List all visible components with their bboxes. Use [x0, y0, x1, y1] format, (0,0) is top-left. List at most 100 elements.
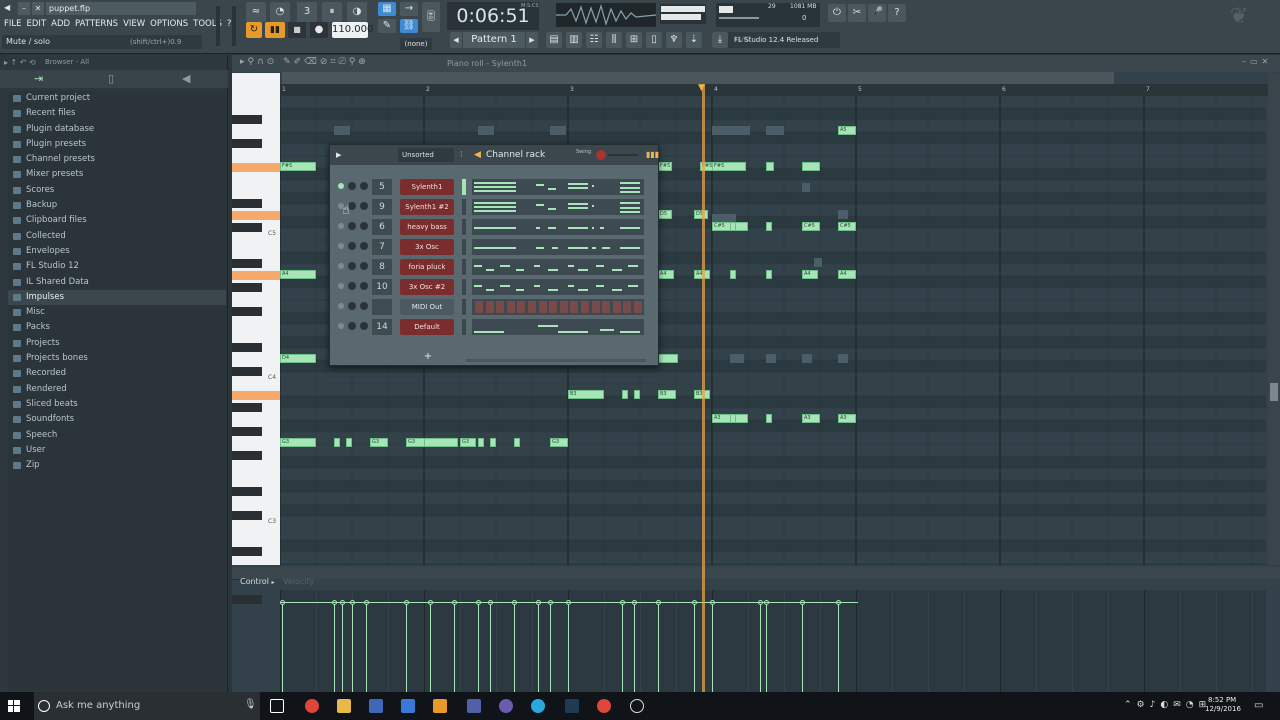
mixer-track-number[interactable]: 10	[372, 279, 392, 295]
channel-select-indicator[interactable]	[462, 219, 466, 235]
rack-menu-arrow-icon[interactable]: ▶	[336, 145, 341, 165]
microphone-icon[interactable]: 🎙	[244, 699, 257, 710]
channel-name-button[interactable]: 3x Osc	[400, 239, 454, 255]
mixer-track-number[interactable]: 14	[372, 319, 392, 335]
browser-item[interactable]: Sliced beats	[8, 397, 226, 412]
steam-icon[interactable]	[565, 699, 579, 713]
app-icon-5[interactable]	[630, 699, 644, 713]
note[interactable]: B3	[568, 390, 604, 399]
step-button[interactable]	[591, 301, 600, 313]
velocity-bar[interactable]	[490, 602, 491, 692]
black-key[interactable]	[232, 595, 262, 604]
black-key[interactable]	[232, 487, 262, 496]
tools-icon[interactable]: ✂	[848, 4, 866, 22]
step-edit-icon[interactable]: →	[400, 2, 418, 16]
channel-graph[interactable]	[472, 199, 644, 215]
vertical-scrollbar[interactable]	[1268, 73, 1280, 565]
velocity-bar[interactable]	[634, 602, 635, 692]
note[interactable]: B3	[658, 390, 676, 399]
velocity-bar[interactable]	[568, 602, 569, 692]
help-icon[interactable]: ?	[888, 4, 906, 22]
pan-knob[interactable]	[360, 182, 368, 190]
black-key[interactable]	[232, 283, 262, 292]
channel-select-indicator[interactable]	[462, 179, 466, 195]
channel-row[interactable]: 5 Sylenth1	[334, 177, 654, 197]
browser-item[interactable]: Current project	[8, 91, 226, 106]
rack-menu-icon[interactable]: ▮▮▮	[646, 145, 659, 165]
channel-name-button[interactable]: Default	[400, 319, 454, 335]
channel-select-indicator[interactable]	[462, 279, 466, 295]
step-button[interactable]	[549, 301, 558, 313]
mixer-track-number[interactable]: 5	[372, 179, 392, 195]
download-icon[interactable]: ⤓	[712, 32, 728, 48]
tempo-display[interactable]: 110.000	[332, 22, 373, 38]
browser-item[interactable]: Soundfonts	[8, 412, 226, 427]
black-key[interactable]	[232, 403, 262, 412]
playhead-marker-icon[interactable]: ▼	[698, 83, 705, 93]
clock-date[interactable]: 12/9/2016	[1205, 705, 1241, 713]
browser-item[interactable]: Impulses	[8, 289, 226, 306]
clock-time[interactable]: 8:52 PM	[1208, 696, 1236, 704]
note[interactable]: G3	[280, 438, 316, 447]
black-key[interactable]	[232, 307, 262, 316]
swing-knob[interactable]	[596, 150, 606, 160]
note[interactable]: F#5	[280, 162, 316, 171]
pan-knob[interactable]	[360, 202, 368, 210]
browser-item[interactable]: User	[8, 443, 226, 458]
playlist-icon[interactable]: ▤	[546, 32, 562, 48]
browser-tree-icon[interactable]: ⇥	[34, 72, 43, 85]
highlighted-key[interactable]	[232, 211, 280, 220]
velocity-bar[interactable]	[694, 602, 695, 692]
channel-name-button[interactable]: heavy bass	[400, 219, 454, 235]
step-button[interactable]	[570, 301, 579, 313]
mixer-icon[interactable]: ⫼	[606, 32, 622, 48]
channel-row[interactable]: MIDI Out	[334, 297, 654, 317]
channel-row[interactable]: 9 Sylenth1 #2	[334, 197, 654, 217]
app-icon[interactable]	[369, 699, 383, 713]
browser-speaker-icon[interactable]: ◀	[182, 72, 190, 85]
note[interactable]	[802, 162, 820, 171]
step-button[interactable]	[559, 301, 568, 313]
channel-mute-led[interactable]	[338, 263, 344, 269]
pan-knob[interactable]	[360, 262, 368, 270]
chrome-icon[interactable]	[305, 699, 319, 713]
browser-item[interactable]: Envelopes	[8, 244, 226, 259]
piano-roll-tools[interactable]: ▸⚲∩⊙ ✎✐⌫⊘⌗⎚⚲⊕	[240, 57, 369, 67]
velocity-bar[interactable]	[282, 602, 283, 692]
channel-row[interactable]: 7 3x Osc	[334, 237, 654, 257]
channel-select-indicator[interactable]	[462, 199, 466, 215]
highlighted-key[interactable]	[232, 163, 280, 172]
black-key[interactable]	[232, 223, 262, 232]
channel-graph[interactable]	[472, 279, 644, 295]
volume-knob[interactable]	[348, 222, 356, 230]
channel-row[interactable]: 14 Default	[334, 317, 654, 337]
wait-input-icon[interactable]: ⏸	[322, 2, 342, 22]
note[interactable]	[334, 438, 340, 447]
plugin-picker-icon[interactable]: ⊞	[626, 32, 642, 48]
project-browser-icon[interactable]: ▯	[646, 32, 662, 48]
browser-item[interactable]: Backup	[8, 198, 226, 213]
velocity-bar[interactable]	[712, 602, 713, 692]
channel-row[interactable]: 8 foria pluck	[334, 257, 654, 277]
highlighted-key[interactable]	[232, 391, 280, 400]
channel-select-indicator[interactable]	[462, 239, 466, 255]
channel-graph[interactable]	[472, 179, 644, 195]
control-label[interactable]: Control ▸ Velocity	[240, 577, 314, 586]
note[interactable]: A4	[658, 270, 674, 279]
note[interactable]	[346, 438, 352, 447]
note[interactable]: C#5	[802, 222, 820, 231]
step-button[interactable]	[612, 301, 621, 313]
minimize-button[interactable]: –	[18, 2, 30, 15]
menu-options[interactable]: OPTIONS	[150, 17, 188, 31]
pattern-prev-icon[interactable]: ◀	[450, 32, 462, 48]
note[interactable]: D5	[658, 210, 672, 219]
pan-knob[interactable]	[360, 242, 368, 250]
browser-item[interactable]: Collected	[8, 229, 226, 244]
step-button[interactable]	[528, 301, 536, 313]
note[interactable]	[478, 438, 484, 447]
tray-icons[interactable]: ⌃⚙♪◐✉◔⊞	[1124, 700, 1211, 710]
note[interactable]: A4	[802, 270, 818, 279]
cortana-search[interactable]: Ask me anything	[34, 692, 260, 720]
channel-mute-led[interactable]	[338, 183, 344, 189]
velocity-bar[interactable]	[430, 602, 431, 692]
